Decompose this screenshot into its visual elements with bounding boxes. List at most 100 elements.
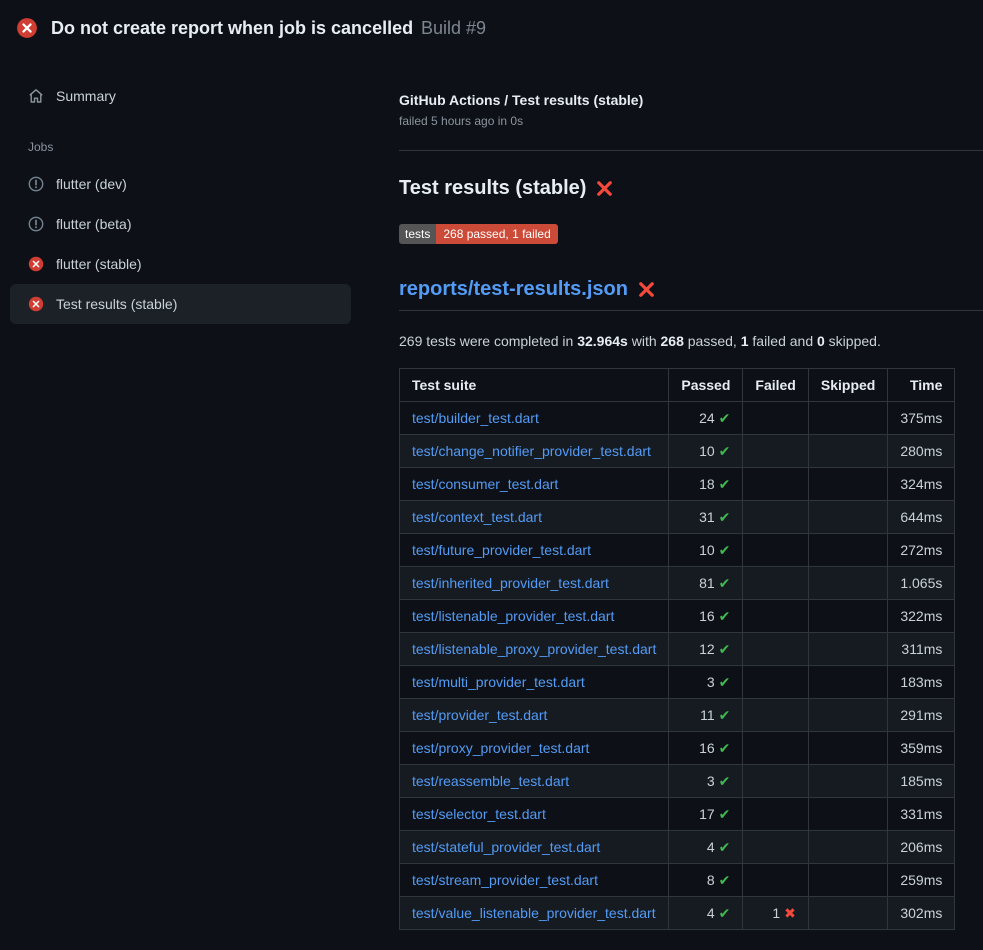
report-file-link[interactable]: reports/test-results.json <box>399 278 628 301</box>
summary-text: failed and <box>749 333 818 349</box>
test-suite-link[interactable]: test/inherited_provider_test.dart <box>412 575 609 591</box>
check-icon: ✔ <box>719 740 731 756</box>
check-icon: ✔ <box>719 542 731 558</box>
suite-cell: test/consumer_test.dart <box>400 468 669 501</box>
suite-cell: test/listenable_provider_test.dart <box>400 600 669 633</box>
test-suite-link[interactable]: test/context_test.dart <box>412 509 542 525</box>
time-cell: 644ms <box>888 501 955 534</box>
run-title: Do not create report when job is cancell… <box>51 18 413 38</box>
home-icon <box>28 88 44 104</box>
suite-cell: test/change_notifier_provider_test.dart <box>400 435 669 468</box>
test-suite-link[interactable]: test/multi_provider_test.dart <box>412 674 585 690</box>
suite-cell: test/builder_test.dart <box>400 402 669 435</box>
table-row: test/multi_provider_test.dart 3✔ 183ms <box>400 666 955 699</box>
test-suite-link[interactable]: test/provider_test.dart <box>412 707 547 723</box>
tests-badge: tests 268 passed, 1 failed <box>399 224 558 244</box>
sidebar-job-item[interactable]: flutter (dev) <box>10 164 351 204</box>
column-header-skipped: Skipped <box>808 369 887 402</box>
time-cell: 1.065s <box>888 567 955 600</box>
passed-cell: 12✔ <box>669 633 743 666</box>
time-cell: 259ms <box>888 864 955 897</box>
sidebar-job-item[interactable]: Test results (stable) <box>10 284 351 324</box>
check-icon: ✔ <box>719 707 731 723</box>
test-suite-link[interactable]: test/value_listenable_provider_test.dart <box>412 905 656 921</box>
table-row: test/value_listenable_provider_test.dart… <box>400 897 955 930</box>
skipped-cell <box>808 633 887 666</box>
sidebar-job-label: Test results (stable) <box>56 296 177 312</box>
x-icon: ✖ <box>784 905 796 921</box>
passed-cell: 4✔ <box>669 831 743 864</box>
failed-cell <box>743 831 808 864</box>
passed-cell: 16✔ <box>669 732 743 765</box>
suite-cell: test/value_listenable_provider_test.dart <box>400 897 669 930</box>
test-suite-link[interactable]: test/consumer_test.dart <box>412 476 558 492</box>
sidebar-summary-label: Summary <box>56 88 116 104</box>
failed-cell <box>743 402 808 435</box>
skipped-cell <box>808 765 887 798</box>
table-row: test/provider_test.dart 11✔ 291ms <box>400 699 955 732</box>
failed-cell <box>743 435 808 468</box>
sidebar-job-label: flutter (dev) <box>56 176 127 192</box>
skipped-cell <box>808 864 887 897</box>
suite-cell: test/reassemble_test.dart <box>400 765 669 798</box>
test-suite-link[interactable]: test/proxy_provider_test.dart <box>412 740 589 756</box>
run-meta: failed 5 hours ago in 0s <box>399 114 952 128</box>
check-icon: ✔ <box>719 410 731 426</box>
sidebar-job-item[interactable]: flutter (stable) <box>10 244 351 284</box>
test-suite-link[interactable]: test/stream_provider_test.dart <box>412 872 598 888</box>
test-suite-link[interactable]: test/stateful_provider_test.dart <box>412 839 600 855</box>
failed-cell <box>743 534 808 567</box>
check-icon: ✔ <box>719 674 731 690</box>
table-row: test/stateful_provider_test.dart 4✔ 206m… <box>400 831 955 864</box>
passed-cell: 11✔ <box>669 699 743 732</box>
test-suite-link[interactable]: test/change_notifier_provider_test.dart <box>412 443 651 459</box>
skipped-cell <box>808 435 887 468</box>
test-suite-link[interactable]: test/future_provider_test.dart <box>412 542 591 558</box>
sidebar-job-label: flutter (stable) <box>56 256 142 272</box>
check-icon: ✔ <box>719 905 731 921</box>
check-icon: ✔ <box>719 476 731 492</box>
failed-cell <box>743 798 808 831</box>
failed-cell <box>743 600 808 633</box>
table-header-row: Test suite Passed Failed Skipped Time <box>400 369 955 402</box>
suite-cell: test/stream_provider_test.dart <box>400 864 669 897</box>
time-cell: 272ms <box>888 534 955 567</box>
test-suite-link[interactable]: test/listenable_provider_test.dart <box>412 608 614 624</box>
summary-passed-count: 268 <box>661 333 684 349</box>
passed-cell: 3✔ <box>669 765 743 798</box>
test-suite-link[interactable]: test/reassemble_test.dart <box>412 773 569 789</box>
section-title: Test results (stable) <box>399 177 952 200</box>
time-cell: 280ms <box>888 435 955 468</box>
check-icon: ✔ <box>719 443 731 459</box>
skipped-cell <box>808 732 887 765</box>
sidebar-item-summary[interactable]: Summary <box>10 76 351 116</box>
badge-value: 268 passed, 1 failed <box>436 224 557 244</box>
suite-cell: test/future_provider_test.dart <box>400 534 669 567</box>
passed-cell: 17✔ <box>669 798 743 831</box>
passed-cell: 4✔ <box>669 897 743 930</box>
sidebar-job-label: flutter (beta) <box>56 216 131 232</box>
time-cell: 185ms <box>888 765 955 798</box>
build-number: Build #9 <box>421 18 486 38</box>
test-suite-link[interactable]: test/listenable_proxy_provider_test.dart <box>412 641 656 657</box>
test-suite-link[interactable]: test/builder_test.dart <box>412 410 539 426</box>
summary-skipped-count: 0 <box>817 333 825 349</box>
check-icon: ✔ <box>719 509 731 525</box>
skipped-cell <box>808 534 887 567</box>
skipped-cell <box>808 501 887 534</box>
failed-cell <box>743 765 808 798</box>
skipped-cell <box>808 831 887 864</box>
test-suite-link[interactable]: test/selector_test.dart <box>412 806 546 822</box>
time-cell: 183ms <box>888 666 955 699</box>
suite-cell: test/selector_test.dart <box>400 798 669 831</box>
time-cell: 322ms <box>888 600 955 633</box>
passed-cell: 10✔ <box>669 435 743 468</box>
sidebar-job-item[interactable]: flutter (beta) <box>10 204 351 244</box>
failed-cell <box>743 732 808 765</box>
failed-cell <box>743 864 808 897</box>
skipped-cell <box>808 798 887 831</box>
suite-cell: test/context_test.dart <box>400 501 669 534</box>
summary-duration: 32.964s <box>577 333 628 349</box>
column-header-time: Time <box>888 369 955 402</box>
passed-cell: 8✔ <box>669 864 743 897</box>
